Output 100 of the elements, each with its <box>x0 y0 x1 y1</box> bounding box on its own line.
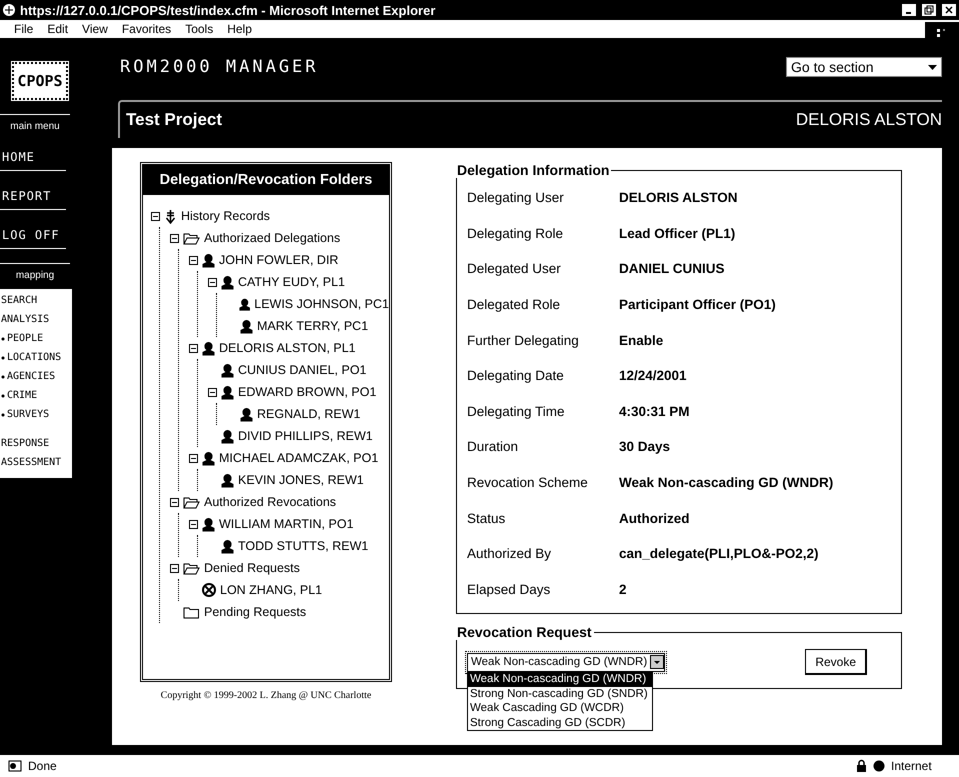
person-icon <box>240 406 253 422</box>
field-label: Delegating Date <box>467 368 565 384</box>
field-label: Delegating Role <box>467 226 564 241</box>
field-value: 30 Days <box>619 439 672 454</box>
restore-button[interactable] <box>921 3 937 17</box>
tree-item[interactable]: MARK TERRY, PC1 <box>257 319 368 333</box>
tree-item[interactable]: History Records <box>181 209 270 223</box>
collapse-icon[interactable] <box>170 564 179 572</box>
tree-item[interactable]: DIVID PHILLIPS, REW1 <box>238 429 373 443</box>
folder-icon <box>183 496 200 508</box>
section-title: Revocation Request <box>456 624 593 640</box>
field-value: 4:30:31 PM <box>619 404 691 419</box>
tree-item[interactable]: REGNALD, REW1 <box>257 407 360 421</box>
nav-link[interactable]: RESPONSE <box>1 438 50 449</box>
menu-item[interactable]: Edit <box>47 22 68 36</box>
nav-link[interactable]: SURVEYS <box>7 409 50 420</box>
tree-item[interactable]: MICHAEL ADAMCZAK, PO1 <box>219 451 378 465</box>
status-text: Done <box>28 759 58 773</box>
logo[interactable]: CPOPS <box>12 62 68 100</box>
restore-icon <box>924 5 934 15</box>
menu-item[interactable]: View <box>82 22 108 36</box>
tree-item[interactable]: JOHN FOWLER, DIR <box>219 253 338 267</box>
field-value: DANIEL CUNIUS <box>619 261 726 276</box>
collapse-icon[interactable] <box>189 454 198 462</box>
tree-item[interactable]: TODD STUTTS, REW1 <box>238 539 368 553</box>
nav-link[interactable]: HOME <box>0 146 66 171</box>
tree-item[interactable]: CUNIUS DANIEL, PO1 <box>238 363 367 377</box>
person-icon <box>202 450 215 466</box>
section-dropdown[interactable]: Go to section <box>786 57 942 77</box>
person-icon <box>221 472 234 488</box>
caret-icon <box>928 64 937 70</box>
tree-item[interactable]: WILLIAM MARTIN, PO1 <box>219 517 354 531</box>
dropdown-option[interactable]: Weak Non-cascading GD (WNDR) <box>468 672 652 687</box>
menu-heading: mapping <box>0 263 70 281</box>
collapse-icon[interactable] <box>170 498 179 506</box>
collapse-icon[interactable] <box>151 212 160 220</box>
zone-text: Internet <box>891 759 933 773</box>
tree-item[interactable]: DELORIS ALSTON, PL1 <box>219 341 356 355</box>
collapse-icon[interactable] <box>208 278 217 286</box>
caret-icon <box>650 655 664 670</box>
section-title: Delegation Information <box>456 162 610 178</box>
field-value: can_delegate(PLI,PLO&-PO2,2) <box>619 546 820 562</box>
app-title: ROM2000 MANAGER <box>120 57 319 77</box>
field-label: Revocation Scheme <box>467 475 589 490</box>
field-label: Delegating User <box>467 190 565 206</box>
person-icon <box>221 538 234 554</box>
field-value: Enable <box>619 332 664 348</box>
nav-link[interactable]: ASSESSMENT <box>1 457 62 468</box>
tree-item[interactable]: Denied Requests <box>204 561 300 575</box>
field-label: Authorized By <box>467 546 552 562</box>
close-button[interactable] <box>941 3 957 17</box>
nav-link[interactable]: ANALYSIS <box>1 314 50 325</box>
revoke-button[interactable]: Revoke <box>805 649 868 676</box>
nav-link[interactable]: CRIME <box>7 390 38 401</box>
menu-item[interactable]: Tools <box>185 22 214 36</box>
field-value: Authorized <box>619 510 690 526</box>
close-icon <box>945 6 953 14</box>
tree-item[interactable]: Authorizaed Delegations <box>204 231 340 245</box>
folder-icon <box>183 606 200 618</box>
field-label: Delegated User <box>467 261 562 276</box>
field-value: 12/24/2001 <box>619 368 688 384</box>
nav-link[interactable]: REPORT <box>0 185 66 210</box>
tree-item[interactable]: EDWARD BROWN, PO1 <box>238 385 376 399</box>
collapse-icon[interactable] <box>189 520 198 528</box>
menu-item[interactable]: File <box>14 22 34 36</box>
lock-icon <box>856 759 867 773</box>
tree-item[interactable]: LEWIS JOHNSON, PC1 <box>254 297 389 311</box>
collapse-icon[interactable] <box>189 256 198 264</box>
nav-link[interactable]: SEARCH <box>1 295 38 306</box>
minimize-button[interactable] <box>901 3 917 17</box>
person-icon <box>202 252 215 268</box>
collapse-icon[interactable] <box>189 344 198 352</box>
collapse-icon[interactable] <box>208 388 217 396</box>
collapse-icon[interactable] <box>170 234 179 242</box>
down-arrow-icon <box>164 208 177 224</box>
person-icon <box>202 340 215 356</box>
tree-item[interactable]: KEVIN JONES, REW1 <box>238 473 364 487</box>
menu-item[interactable]: Favorites <box>122 22 172 36</box>
nav-link[interactable]: LOG OFF <box>0 224 66 249</box>
nav-link[interactable]: LOCATIONS <box>7 352 62 363</box>
person-icon <box>221 362 234 378</box>
user-name: DELORIS ALSTON <box>796 110 942 130</box>
tree-item[interactable]: LON ZHANG, PL1 <box>220 583 322 597</box>
field-label: Delegated Role <box>467 297 562 312</box>
nav-link[interactable]: AGENCIES <box>7 371 56 382</box>
field-label: Further Delegating <box>467 332 580 348</box>
field-value: Participant Officer (PO1) <box>619 297 777 312</box>
panel-title: Delegation/Revocation Folders <box>143 165 389 195</box>
tree-item[interactable]: CATHY EUDY, PL1 <box>238 275 345 289</box>
tree-item[interactable]: Pending Requests <box>204 605 306 619</box>
field-label: Duration <box>467 439 520 454</box>
menu-heading: main menu <box>0 114 70 132</box>
person-icon <box>240 318 253 334</box>
page-icon <box>8 760 22 772</box>
tree-item[interactable]: Authorized Revocations <box>204 495 336 509</box>
field-label: Status <box>467 510 506 526</box>
nav-link[interactable]: PEOPLE <box>7 333 44 344</box>
person-icon <box>202 516 215 532</box>
menu-item[interactable]: Help <box>227 22 252 36</box>
folder-icon <box>183 232 200 244</box>
